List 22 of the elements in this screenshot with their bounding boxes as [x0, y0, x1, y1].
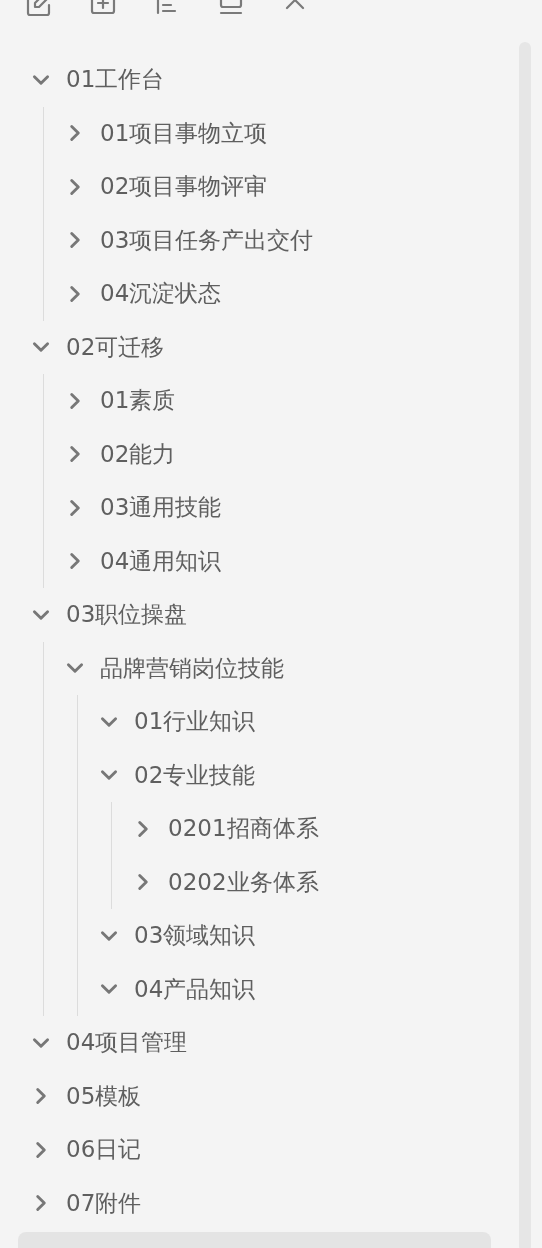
folder-item[interactable]: 0202业务体系	[132, 855, 500, 909]
folder-item[interactable]: 01素质	[64, 374, 500, 428]
folder-item[interactable]: 02项目事物评审	[64, 160, 500, 214]
folder-item[interactable]: 01行业知识	[98, 695, 500, 749]
folder-item[interactable]: 06日记	[30, 1123, 500, 1177]
folder-item[interactable]: 05模板	[30, 1069, 500, 1123]
folder-item[interactable]: 03职位操盘	[30, 588, 500, 642]
folder-item[interactable]: 03领域知识	[98, 909, 500, 963]
folder-item[interactable]: 01项目事物立项	[64, 106, 500, 160]
folder-item[interactable]: 0201招商体系	[132, 802, 500, 856]
folder-item[interactable]: 04产品知识	[98, 962, 500, 1016]
folder-item[interactable]: 04通用知识	[64, 534, 500, 588]
folder-item[interactable]: 07附件	[30, 1176, 500, 1230]
folder-item[interactable]: 01工作台	[30, 53, 500, 107]
folder-item[interactable]: 03项目任务产出交付	[64, 213, 500, 267]
folder-item[interactable]: 04项目管理	[30, 1016, 500, 1070]
folder-item[interactable]: 02能力	[64, 427, 500, 481]
folder-item[interactable]: 02专业技能	[98, 748, 500, 802]
folder-item[interactable]: 04沉淀状态	[64, 267, 500, 321]
folder-item[interactable]: 02可迁移	[30, 320, 500, 374]
folder-item[interactable]: 品牌营销岗位技能	[64, 641, 500, 695]
folder-item[interactable]: 03通用技能	[64, 481, 500, 535]
